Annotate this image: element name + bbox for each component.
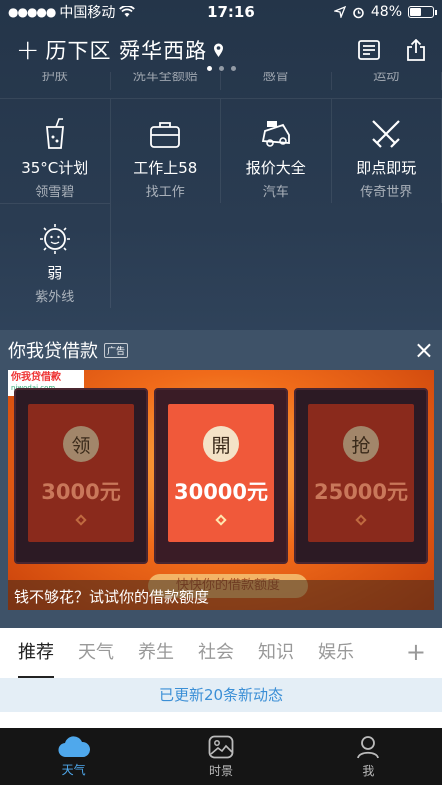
grid-item-title: 35°C计划	[21, 159, 89, 177]
ad-title: 你我贷借款	[8, 341, 98, 362]
battery-icon	[408, 6, 437, 18]
close-ad-button[interactable]: ×	[414, 338, 434, 362]
top-header: + 历下区 舜华西路	[0, 30, 442, 70]
briefcase-icon	[150, 122, 181, 148]
clock: 17:16	[207, 3, 255, 21]
share-icon[interactable]	[406, 39, 426, 61]
red-envelope-panel: 抢 25000元	[294, 388, 428, 564]
envelope-seal: 開	[203, 426, 239, 462]
status-bar: ●●●●● 中国移动 17:16 48%	[0, 0, 442, 24]
alarm-icon	[353, 7, 364, 18]
ad-badge: 广告	[104, 342, 129, 358]
page-dot	[206, 66, 212, 71]
battery-percent: 48%	[370, 4, 402, 20]
weather-cloud-icon	[58, 735, 90, 757]
service-grid: 35°C计划 领雪碧 工作上58 找工作 报价大全 汽车 即点即玩 传奇世界 弱…	[0, 98, 442, 308]
tab-weather[interactable]: 天气	[78, 628, 114, 678]
grid-item-car-prices[interactable]: 报价大全 汽车	[221, 98, 332, 203]
red-envelope-panel: 领 3000元	[14, 388, 148, 564]
sun-icon	[39, 224, 70, 254]
envelope-amount: 25000元	[313, 480, 409, 504]
carrier-label: 中国移动	[59, 5, 116, 21]
envelope-amount: 30000元	[173, 480, 269, 504]
car-icon	[261, 121, 290, 147]
nav-scenery[interactable]: 时景	[147, 728, 294, 785]
page-dot	[218, 66, 224, 71]
signal-icon: ●●●●●	[8, 5, 56, 19]
ad-logo-text: 你我贷借款	[11, 372, 61, 383]
tab-recommended[interactable]: 推荐	[18, 628, 54, 678]
grid-partial-item[interactable]: 感冒	[221, 72, 332, 90]
grid-item-subtitle: 找工作	[145, 185, 185, 200]
location-pin-icon	[214, 43, 224, 57]
grid-item-title: 弱	[47, 264, 63, 282]
tab-entertainment[interactable]: 娱乐	[318, 628, 354, 678]
grid-item-subtitle: 传奇世界	[360, 185, 413, 200]
diamond-icon	[355, 514, 367, 526]
photo-icon	[208, 735, 234, 758]
red-envelope: 领 3000元	[28, 404, 134, 542]
news-tabs: 推荐 天气 养生 社会 知识 娱乐 +	[0, 628, 442, 678]
add-city-button[interactable]: +	[16, 36, 39, 64]
grid-item-jobs[interactable]: 工作上58 找工作	[110, 98, 221, 203]
envelope-amount: 3000元	[41, 480, 121, 504]
grid-partial-item[interactable]: 运动	[332, 72, 442, 90]
nav-label: 天气	[61, 762, 86, 777]
diamond-icon	[75, 514, 87, 526]
diamond-icon	[215, 514, 227, 526]
grid-item-subtitle: 领雪碧	[35, 185, 75, 200]
grid-item-title: 即点即玩	[356, 159, 417, 177]
grid-item-35c-plan[interactable]: 35°C计划 领雪碧	[0, 98, 111, 203]
tab-knowledge[interactable]: 知识	[258, 628, 294, 678]
envelope-seal: 领	[63, 426, 99, 462]
page-dot	[230, 66, 236, 71]
tab-society[interactable]: 社会	[198, 628, 234, 678]
grid-item-subtitle: 汽车	[262, 185, 289, 200]
red-envelope-panel: 開 30000元	[154, 388, 288, 564]
nav-profile[interactable]: 我	[295, 728, 442, 785]
grid-item-subtitle: 紫外线	[35, 290, 75, 305]
grid-partial-item[interactable]: 洗车全额赔	[111, 72, 221, 90]
page-indicator	[0, 66, 442, 71]
nav-label: 我	[362, 763, 375, 778]
drink-icon	[45, 118, 64, 149]
grid-partial-item[interactable]: 护肤	[0, 72, 111, 90]
red-envelope: 抢 25000元	[308, 404, 414, 542]
service-grid-partial-row: 护肤 洗车全额赔 感冒 运动	[0, 72, 442, 90]
nav-label: 时景	[208, 763, 233, 778]
add-tab-button[interactable]: +	[391, 638, 426, 666]
ad-card: 你我贷借款 广告 × 你我贷借款 niwodai.com 领 3000元 開 3…	[0, 330, 442, 628]
grid-item-uv-index[interactable]: 弱 紫外线	[0, 203, 111, 308]
grid-item-title: 报价大全	[245, 159, 306, 177]
update-notice: 已更新20条新动态	[0, 678, 442, 712]
news-feed-peek	[0, 712, 442, 728]
user-icon	[357, 735, 380, 758]
location-title[interactable]: 历下区 舜华西路	[45, 35, 207, 65]
news-list-icon[interactable]	[358, 40, 380, 60]
grid-item-title: 工作上58	[133, 159, 198, 177]
nav-weather[interactable]: 天气	[0, 728, 147, 785]
red-envelope: 開 30000元	[168, 404, 274, 542]
ad-caption: 钱不够花？试试你的借款额度	[8, 580, 434, 610]
tab-health[interactable]: 养生	[138, 628, 174, 678]
bottom-navigation: 天气 时景 我	[0, 728, 442, 785]
envelope-seal: 抢	[343, 426, 379, 462]
swords-icon	[372, 120, 401, 148]
ad-banner[interactable]: 你我贷借款 niwodai.com 领 3000元 開 30000元 抢 250…	[8, 370, 434, 610]
grid-item-game[interactable]: 即点即玩 传奇世界	[331, 98, 442, 203]
location-arrow-icon	[333, 6, 346, 18]
